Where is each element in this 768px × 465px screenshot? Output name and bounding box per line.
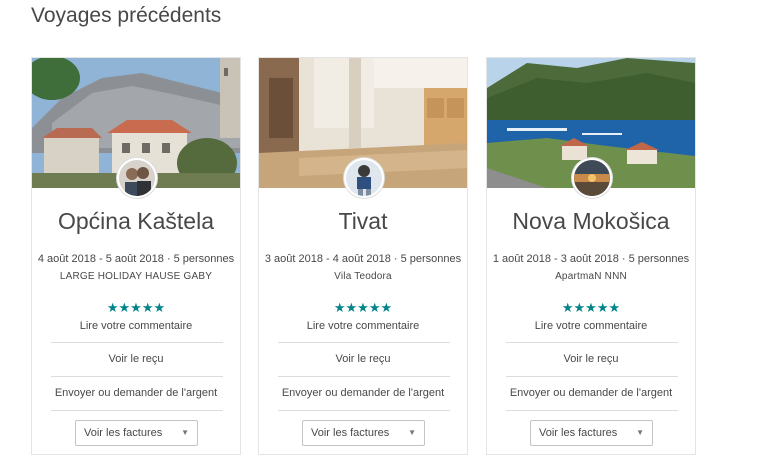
trip-card: Tivat 3 août 2018 - 4 août 2018 · 5 pers…: [258, 57, 468, 455]
trip-city: Nova Mokošica: [512, 208, 670, 234]
rating-stars-icon: ★★★★★: [561, 300, 621, 315]
send-request-money-link[interactable]: Envoyer ou demander de l'argent: [487, 387, 695, 399]
trip-dates: 4 août 2018 - 5 août 2018 · 5 personnes: [37, 253, 235, 265]
divider: [506, 376, 678, 377]
listing-name: ApartmaN NNN: [555, 271, 627, 282]
read-review-link[interactable]: Lire votre commentaire: [259, 320, 467, 332]
invoices-select-label: Voir les factures: [311, 427, 390, 439]
divider: [51, 376, 223, 377]
host-avatar[interactable]: [344, 158, 384, 198]
trip-dates: 1 août 2018 - 3 août 2018 · 5 personnes: [492, 253, 690, 265]
read-review-link[interactable]: Lire votre commentaire: [32, 320, 240, 332]
trip-card: Nova Mokošica 1 août 2018 - 3 août 2018 …: [486, 57, 696, 455]
rating-stars-icon: ★★★★★: [333, 300, 393, 315]
divider: [506, 410, 678, 411]
divider: [51, 342, 223, 343]
invoices-select[interactable]: Voir les factures ▼: [75, 420, 198, 446]
send-request-money-link[interactable]: Envoyer ou demander de l'argent: [259, 387, 467, 399]
invoices-select[interactable]: Voir les factures ▼: [530, 420, 653, 446]
trip-dates: 3 août 2018 - 4 août 2018 · 5 personnes: [264, 253, 462, 265]
divider: [278, 342, 450, 343]
view-receipt-link[interactable]: Voir le reçu: [32, 353, 240, 365]
divider: [278, 410, 450, 411]
host-avatar[interactable]: [572, 158, 612, 198]
invoices-select-label: Voir les factures: [539, 427, 618, 439]
listing-name: LARGE HOLIDAY HAUSE GABY: [59, 271, 213, 282]
invoices-select-label: Voir les factures: [84, 427, 163, 439]
divider: [506, 342, 678, 343]
trip-card: Općina Kaštela 4 août 2018 - 5 août 2018…: [31, 57, 241, 455]
divider: [51, 410, 223, 411]
caret-down-icon: ▼: [408, 428, 416, 437]
view-receipt-link[interactable]: Voir le reçu: [259, 353, 467, 365]
listing-name: Vila Teodora: [334, 271, 392, 282]
read-review-link[interactable]: Lire votre commentaire: [487, 320, 695, 332]
view-receipt-link[interactable]: Voir le reçu: [487, 353, 695, 365]
send-request-money-link[interactable]: Envoyer ou demander de l'argent: [32, 387, 240, 399]
trip-city: Tivat: [338, 208, 388, 234]
page-title: Voyages précédents: [31, 4, 222, 27]
caret-down-icon: ▼: [636, 428, 644, 437]
divider: [278, 376, 450, 377]
rating-stars-icon: ★★★★★: [106, 300, 166, 315]
invoices-select[interactable]: Voir les factures ▼: [302, 420, 425, 446]
caret-down-icon: ▼: [181, 428, 189, 437]
host-avatar[interactable]: [117, 158, 157, 198]
trip-city: Općina Kaštela: [58, 208, 214, 234]
